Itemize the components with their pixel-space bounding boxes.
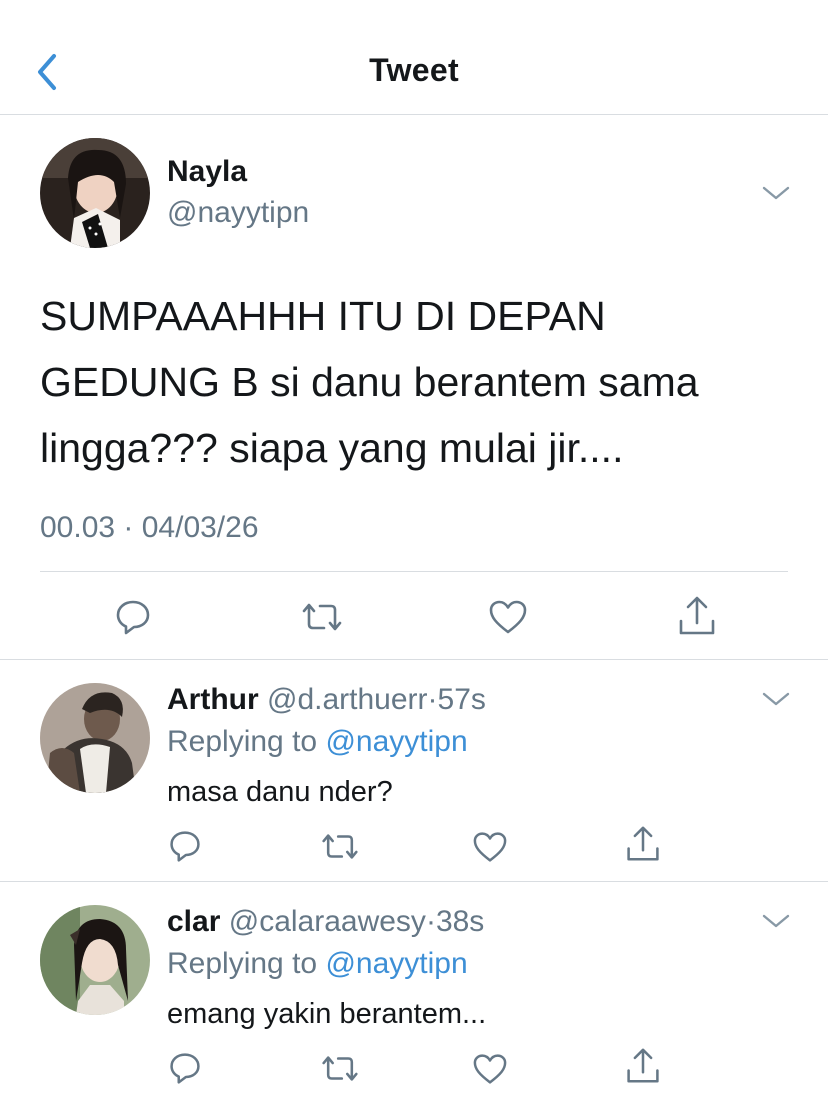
author-handle[interactable]: @calaraawesy xyxy=(229,905,426,938)
author-name[interactable]: Nayla xyxy=(167,155,247,189)
separator: · xyxy=(425,905,436,938)
reply-icon xyxy=(116,600,150,635)
replying-to-label: Replying to xyxy=(167,947,318,980)
reply-button[interactable] xyxy=(168,829,202,863)
heart-icon xyxy=(473,1054,507,1084)
reply-header: Arthur @d.arthuerr·57s xyxy=(167,683,486,717)
author-handle[interactable]: @d.arthuerr xyxy=(267,683,428,716)
heart-icon xyxy=(473,832,507,862)
avatar[interactable] xyxy=(40,683,150,793)
author-handle[interactable]: @nayytipn xyxy=(167,196,309,230)
more-options-button[interactable] xyxy=(762,185,790,201)
reply-age: 38s xyxy=(435,905,485,938)
avatar[interactable] xyxy=(40,905,150,1015)
reply-button[interactable] xyxy=(114,598,152,636)
retweet-button[interactable] xyxy=(320,831,360,862)
more-options-button[interactable] xyxy=(762,913,790,929)
reply-tweet[interactable]: Arthur @d.arthuerr·57s Replying to @nayy… xyxy=(0,661,828,882)
tweet-text-line: GEDUNG B si danu berantem sama xyxy=(40,359,699,405)
reply-age: 57s xyxy=(437,683,486,716)
page-title: Tweet xyxy=(369,52,459,88)
reply-button[interactable] xyxy=(168,1051,202,1085)
reply-icon xyxy=(170,831,200,862)
like-button[interactable] xyxy=(472,831,508,863)
reply-text: emang yakin berantem... xyxy=(167,998,487,1030)
retweet-button[interactable] xyxy=(300,600,344,634)
like-button[interactable] xyxy=(472,1053,508,1085)
mention-link[interactable]: @nayytipn xyxy=(325,947,467,980)
divider xyxy=(40,571,788,572)
retweet-button[interactable] xyxy=(320,1053,360,1084)
separator: · xyxy=(427,683,438,716)
retweet-icon xyxy=(322,1056,358,1081)
chevron-down-icon xyxy=(762,914,790,928)
chevron-down-icon xyxy=(762,186,790,200)
replying-to: Replying to @nayytipn xyxy=(167,725,468,759)
reply-icon xyxy=(170,1053,200,1084)
share-button[interactable] xyxy=(625,825,661,863)
chevron-down-icon xyxy=(762,692,790,706)
replying-to-label: Replying to xyxy=(167,725,318,758)
avatar[interactable] xyxy=(40,138,150,248)
main-tweet: Nayla @nayytipn SUMPAAAHHH ITU DI DEPAN … xyxy=(0,115,828,660)
share-button[interactable] xyxy=(625,1047,661,1085)
like-button[interactable] xyxy=(488,599,528,635)
tweet-timestamp: 00.03 · 04/03/26 xyxy=(40,511,259,544)
reply-text: masa danu nder? xyxy=(167,776,393,808)
more-options-button[interactable] xyxy=(762,691,790,707)
replying-to: Replying to @nayytipn xyxy=(167,947,468,981)
mention-link[interactable]: @nayytipn xyxy=(325,725,467,758)
tweet-text-line: SUMPAAAHHH ITU DI DEPAN xyxy=(40,293,606,339)
tweet-text-line: lingga??? siapa yang mulai jir.... xyxy=(40,425,624,471)
tweet-text: SUMPAAAHHH ITU DI DEPAN GEDUNG B si danu… xyxy=(40,283,800,481)
top-bar: Tweet xyxy=(0,0,828,115)
retweet-icon xyxy=(322,834,358,859)
share-icon xyxy=(679,596,715,635)
share-icon xyxy=(627,826,659,861)
author-name[interactable]: clar xyxy=(167,905,220,938)
reply-tweet[interactable]: clar @calaraawesy·38s Replying to @nayyt… xyxy=(0,883,828,1099)
share-icon xyxy=(627,1048,659,1083)
reply-header: clar @calaraawesy·38s xyxy=(167,905,484,939)
author-name[interactable]: Arthur xyxy=(167,683,259,716)
share-button[interactable] xyxy=(677,595,717,637)
heart-icon xyxy=(489,600,527,634)
retweet-icon xyxy=(302,603,342,631)
